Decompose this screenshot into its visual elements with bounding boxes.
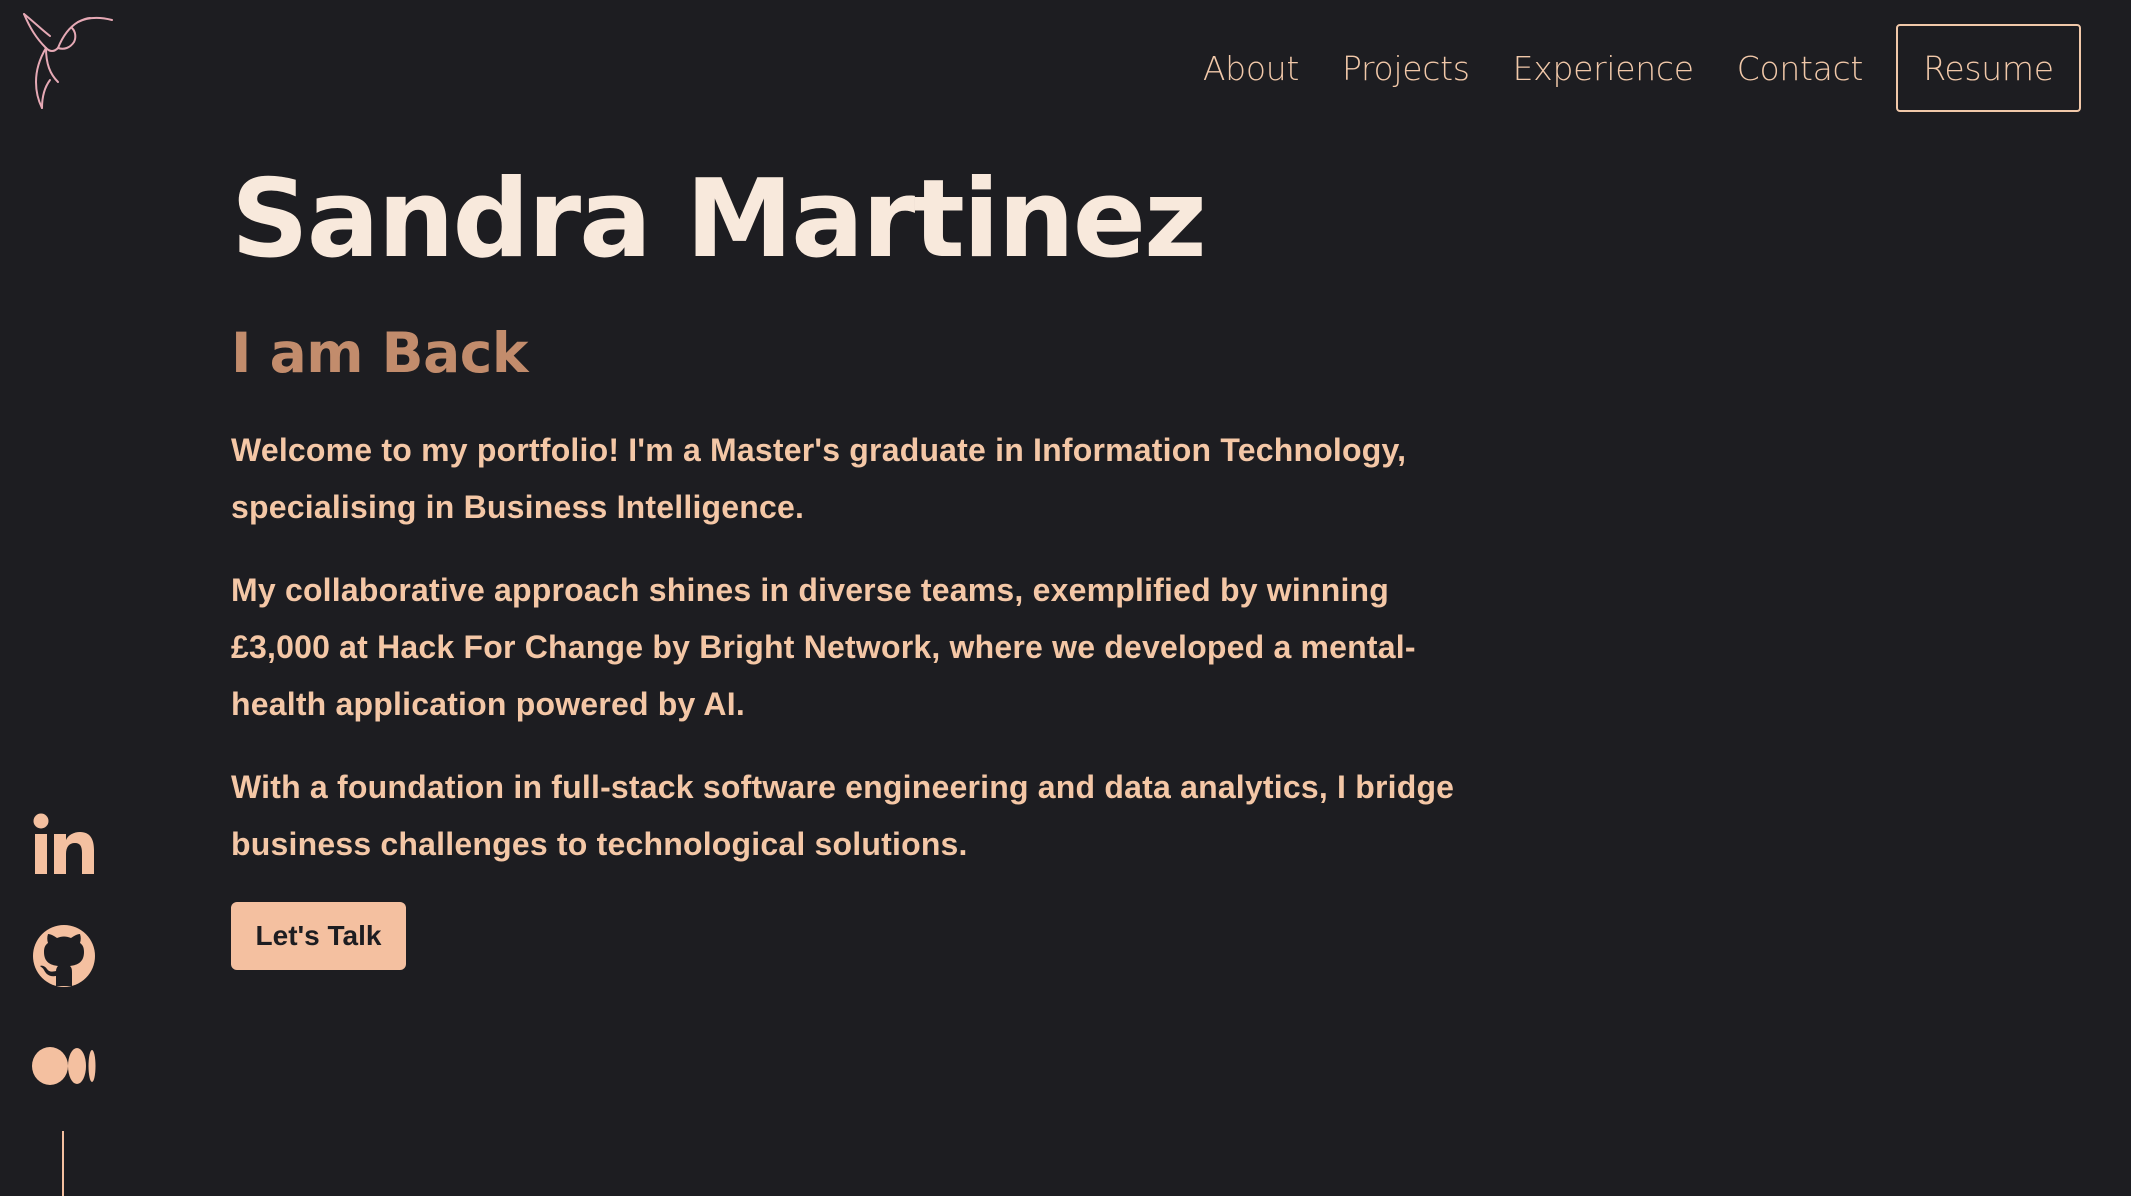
hero-name: Sandra Martinez <box>231 157 1207 282</box>
foundation-paragraph: With a foundation in full-stack software… <box>231 769 1455 862</box>
github-icon[interactable] <box>32 924 96 988</box>
nav-link-projects[interactable]: Projects <box>1342 49 1470 88</box>
nav-link-experience[interactable]: Experience <box>1513 49 1694 88</box>
nav-link-about[interactable]: About <box>1203 49 1299 88</box>
top-nav: About Projects Experience Contact Resume <box>1203 24 2081 112</box>
hero-section: Sandra Martinez I am Back Welcome to my … <box>231 150 1461 970</box>
hummingbird-logo-icon[interactable] <box>20 8 120 112</box>
collaboration-paragraph: My collaborative approach shines in dive… <box>231 572 1416 722</box>
linkedin-icon[interactable] <box>32 812 96 876</box>
resume-button[interactable]: Resume <box>1896 24 2081 112</box>
intro-paragraph: Welcome to my portfolio! I'm a Master's … <box>231 432 1407 525</box>
nav-link-contact[interactable]: Contact <box>1737 49 1864 88</box>
social-divider-line <box>62 1131 64 1196</box>
medium-icon[interactable] <box>32 1044 96 1088</box>
lets-talk-button[interactable]: Let's Talk <box>231 902 406 970</box>
hero-subtitle: I am Back <box>231 321 528 385</box>
